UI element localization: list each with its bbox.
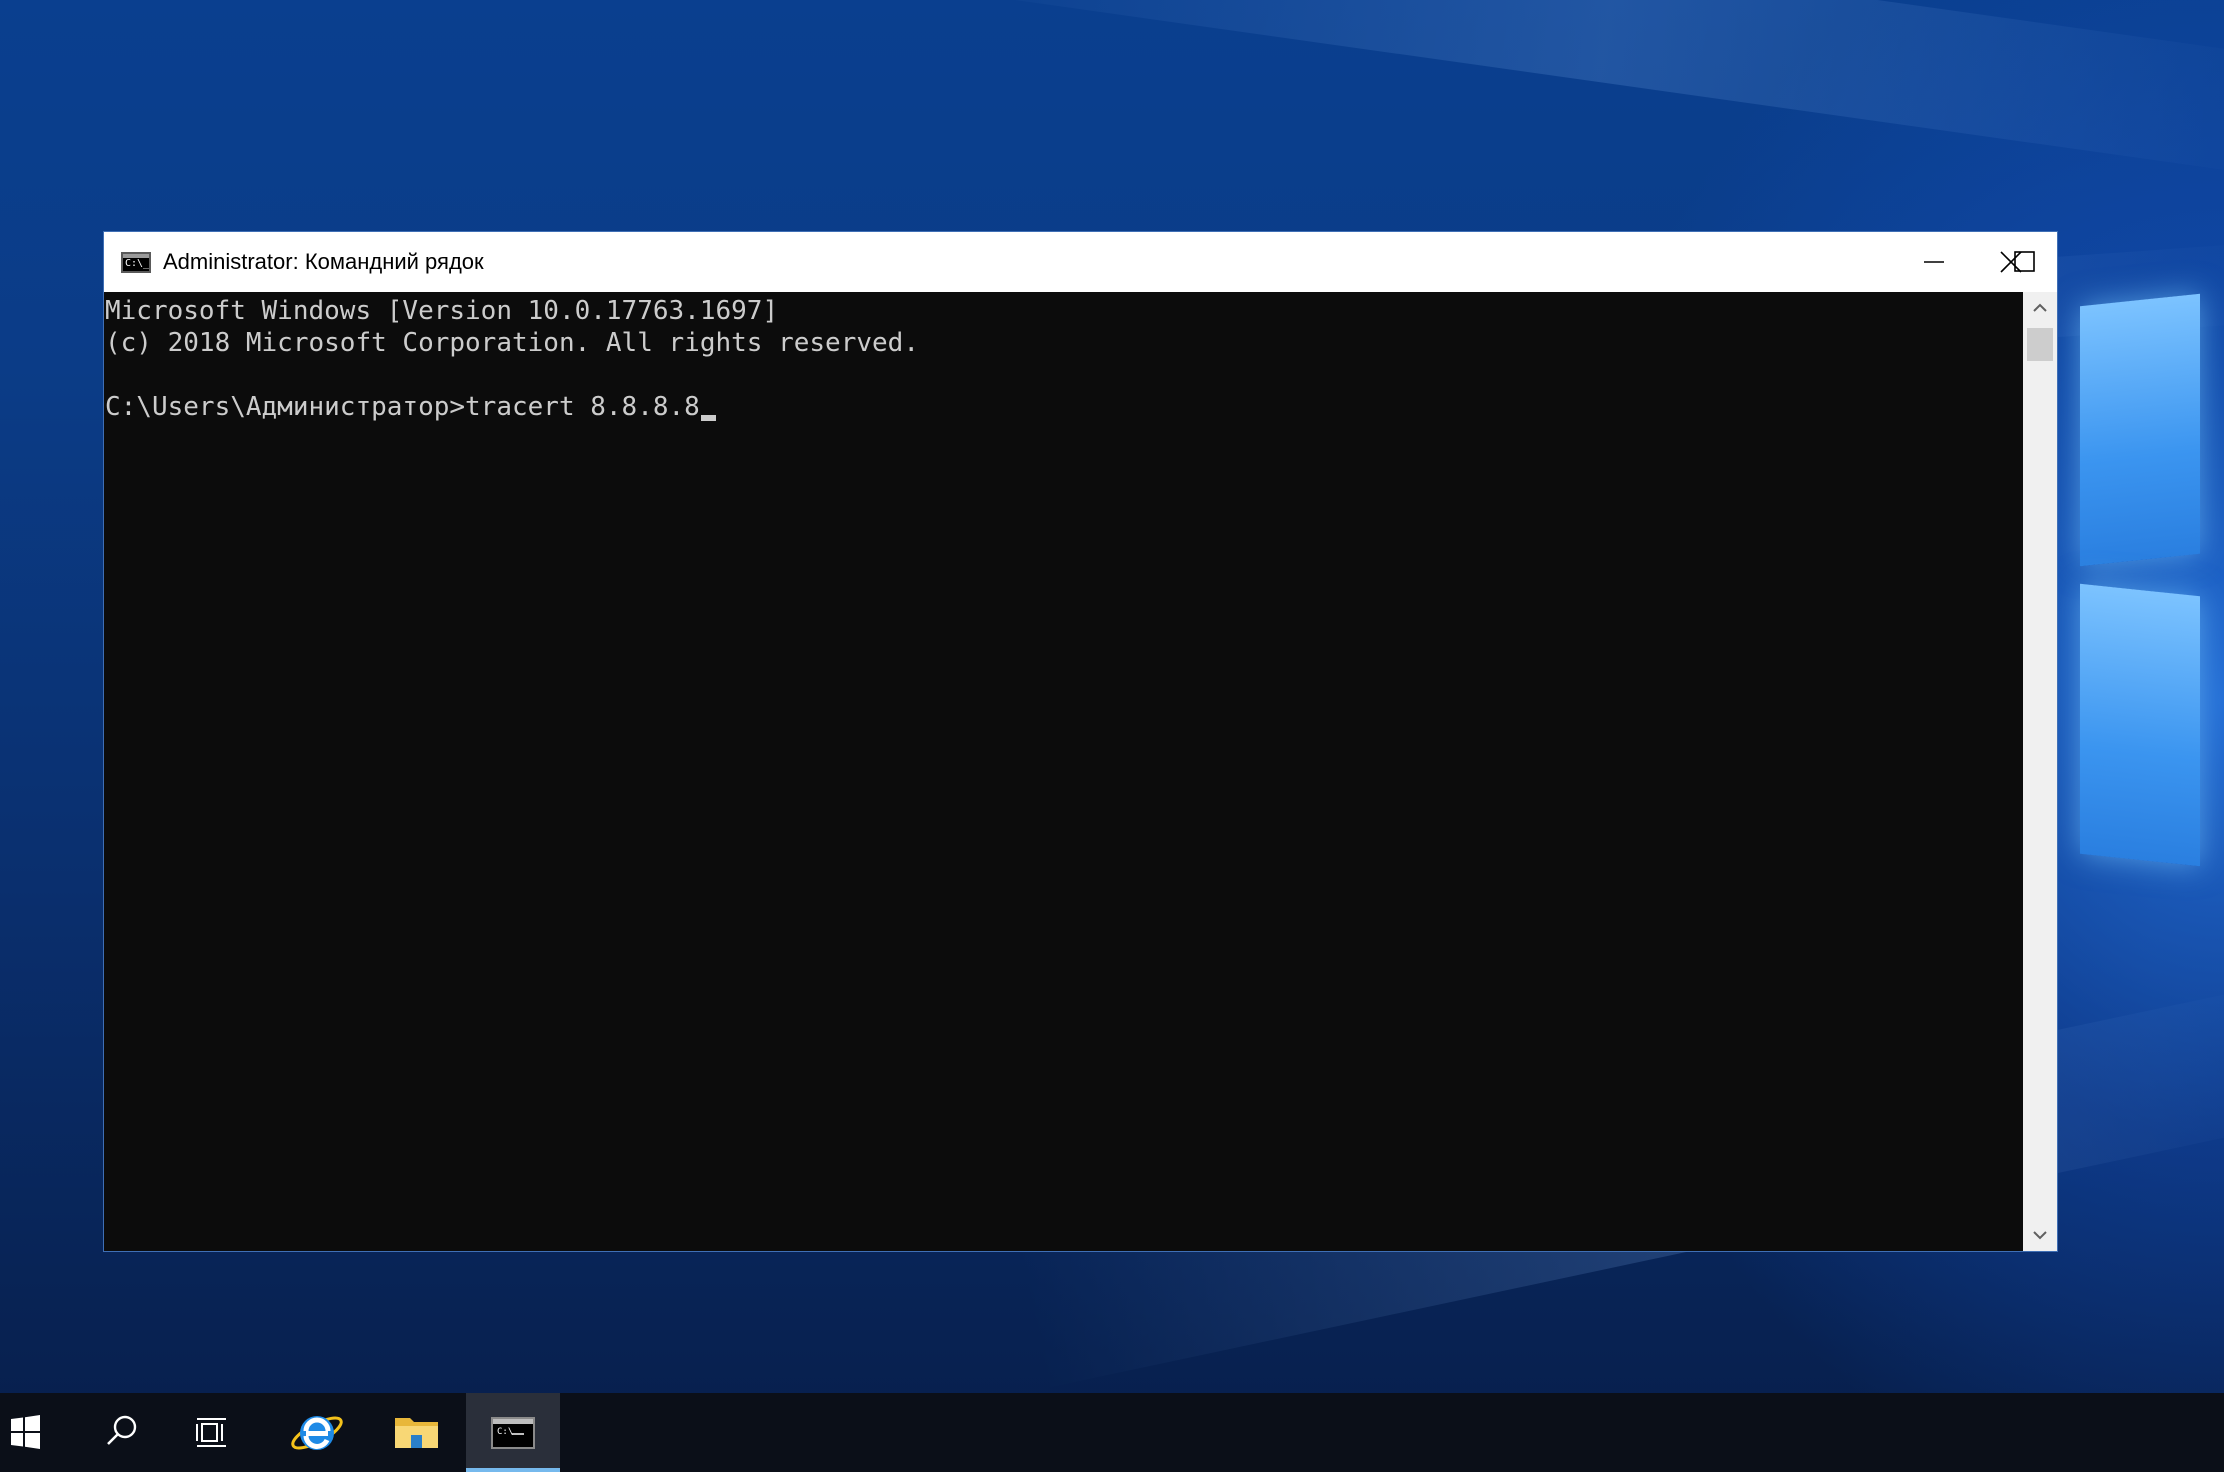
console-line: Microsoft Windows [Version 10.0.17763.16…	[105, 296, 779, 326]
scroll-up-button[interactable]	[2023, 292, 2057, 324]
cmd-icon[interactable]: C:\_	[121, 252, 151, 273]
scroll-thumb[interactable]	[2027, 328, 2053, 361]
console-output[interactable]: Microsoft Windows [Version 10.0.17763.16…	[104, 292, 2023, 1251]
close-button[interactable]	[1965, 232, 2057, 292]
folder-icon	[395, 1418, 438, 1448]
search-button[interactable]	[74, 1393, 168, 1472]
task-view-icon	[196, 1418, 226, 1447]
search-icon	[107, 1415, 137, 1445]
internet-explorer-button[interactable]	[270, 1393, 364, 1472]
taskbar: C:\	[0, 1393, 2224, 1472]
console-line: (c) 2018 Microsoft Corporation. All righ…	[105, 328, 919, 358]
chevron-down-icon	[2033, 1231, 2047, 1240]
active-app-indicator	[466, 1468, 560, 1472]
command-prompt-taskbar-button[interactable]: C:\	[466, 1393, 560, 1472]
close-icon	[2000, 251, 2022, 273]
cmd-icon: C:\	[491, 1417, 535, 1449]
internet-explorer-icon	[291, 1416, 343, 1450]
vertical-scrollbar[interactable]	[2023, 292, 2057, 1251]
window-title: Administrator: Командний рядок	[163, 249, 484, 274]
chevron-up-icon	[2033, 303, 2047, 312]
command-prompt-window[interactable]: C:\_ Administrator: Командний рядок Micr…	[103, 231, 2058, 1252]
scroll-down-button[interactable]	[2023, 1219, 2057, 1251]
title-bar[interactable]: C:\_ Administrator: Командний рядок	[104, 232, 2057, 292]
console-prompt-line[interactable]: C:\Users\Администратор>tracert 8.8.8.8	[105, 391, 716, 423]
text-cursor	[700, 415, 716, 421]
windows-logo-wallpaper	[2040, 270, 2224, 890]
file-explorer-button[interactable]	[370, 1393, 464, 1472]
task-view-button[interactable]	[168, 1393, 262, 1472]
svg-text:C:\: C:\	[497, 1427, 513, 1437]
command-input[interactable]: C:\Users\Администратор>tracert 8.8.8.8	[105, 392, 700, 422]
